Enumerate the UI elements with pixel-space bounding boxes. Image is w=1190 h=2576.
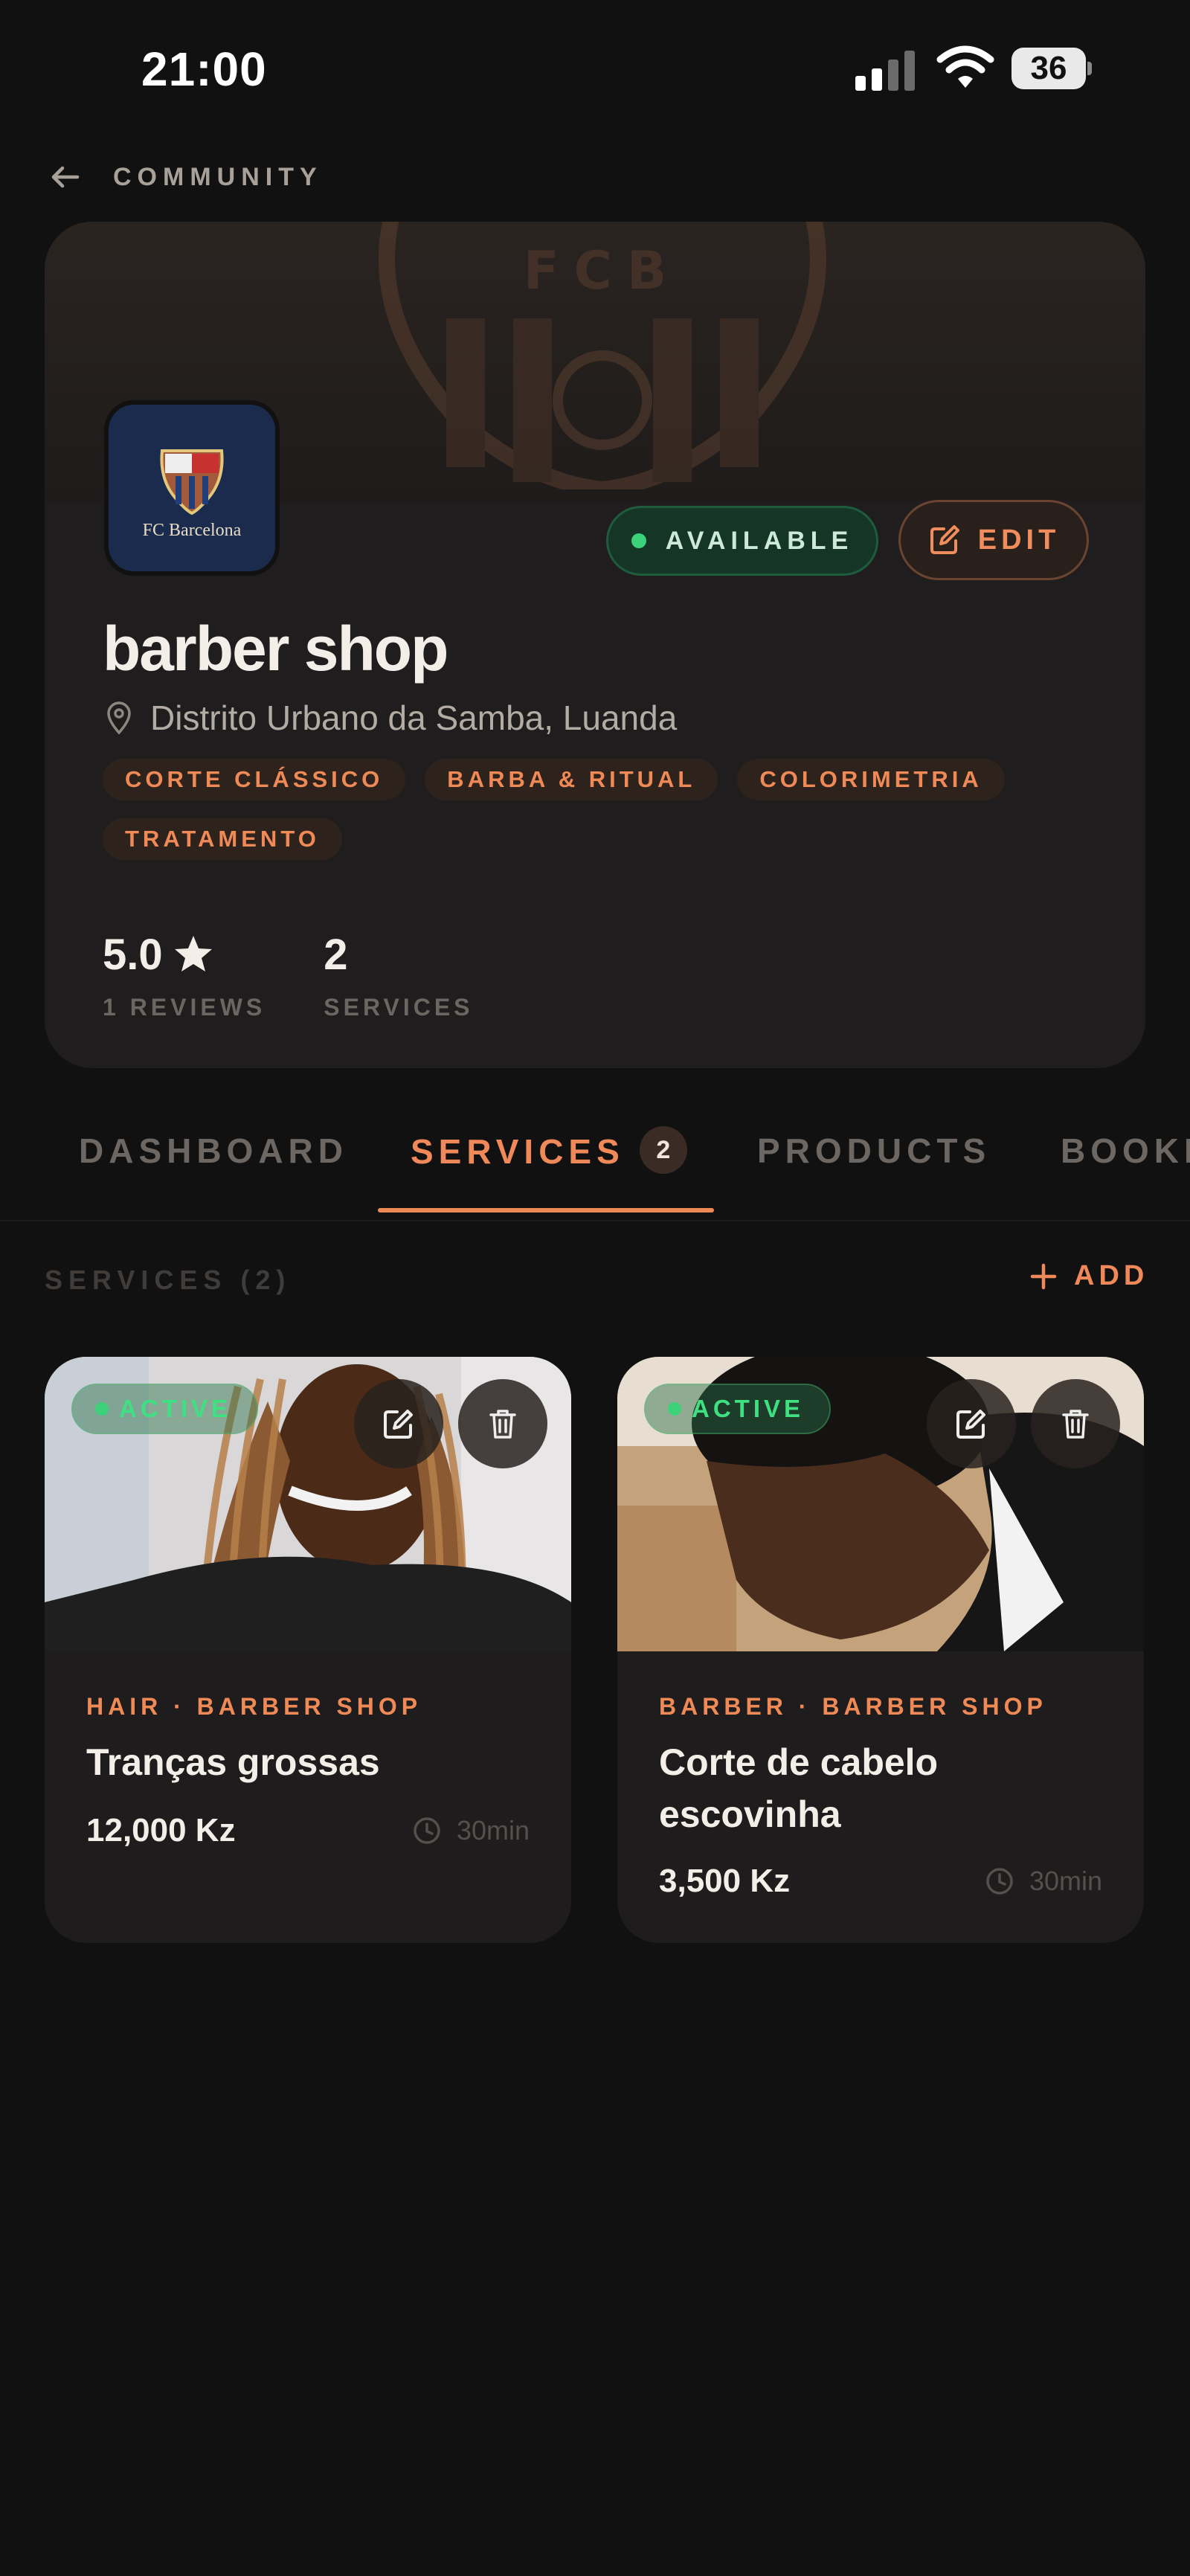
tabs-divider — [0, 1220, 1190, 1221]
tab-services[interactable]: SERVICES 2 — [411, 1126, 687, 1178]
service-duration-text: 30min — [1029, 1866, 1102, 1896]
shop-stats: 5.0 1 REVIEWS 2 SERVICES — [103, 928, 532, 1021]
service-card[interactable]: ACTIVE HAIR · BARBER SHOP Tranças grossa… — [45, 1357, 571, 1943]
battery-icon: 36 — [1012, 48, 1092, 89]
edit-icon — [930, 525, 959, 554]
specialty-tags: CORTE CLÁSSICO BARBA & RITUAL COLORIMETR… — [103, 759, 1092, 860]
services-stat-label: SERVICES — [324, 994, 474, 1021]
shop-location: Distrito Urbano da Samba, Luanda — [104, 698, 677, 738]
clock-icon — [986, 1868, 1013, 1895]
back-label: COMMUNITY — [113, 162, 323, 191]
svg-text:FCB: FCB — [524, 240, 682, 301]
tab-products[interactable]: PRODUCTS — [757, 1131, 991, 1171]
service-duration-text: 30min — [456, 1815, 530, 1846]
service-status-badge: ACTIVE — [644, 1384, 832, 1434]
tab-services-badge: 2 — [639, 1126, 687, 1174]
trash-icon — [489, 1410, 516, 1439]
service-duration: 30min — [412, 1815, 530, 1846]
tab-bar: DASHBOARD SERVICES 2 PRODUCTS BOOKI — [0, 1108, 1190, 1220]
service-status-badge: ACTIVE — [71, 1384, 259, 1434]
service-title: Corte de cabelo escovinha — [659, 1741, 939, 1835]
add-label: ADD — [1074, 1260, 1149, 1291]
trash-icon — [1062, 1410, 1089, 1439]
plus-icon — [1030, 1263, 1057, 1289]
rating-stat[interactable]: 5.0 1 REVIEWS — [103, 928, 266, 1021]
shop-name: barber shop — [103, 614, 448, 684]
services-stat: 2 SERVICES — [324, 928, 473, 1021]
service-status-label: ACTIVE — [119, 1395, 232, 1422]
active-tab-indicator — [378, 1208, 714, 1212]
battery-level: 36 — [1030, 50, 1067, 86]
edit-service-button[interactable] — [354, 1379, 443, 1468]
back-button[interactable]: COMMUNITY — [48, 156, 323, 198]
availability-badge[interactable]: AVAILABLE — [606, 506, 878, 576]
status-bar: 21:00 36 — [0, 0, 1190, 141]
service-price: 12,000 Kz — [86, 1812, 236, 1849]
status-dot — [631, 533, 646, 548]
tab-dashboard[interactable]: DASHBOARD — [79, 1131, 348, 1171]
wifi-icon — [936, 45, 994, 88]
availability-label: AVAILABLE — [665, 526, 854, 555]
edit-label: EDIT — [977, 524, 1061, 556]
status-time: 21:00 — [141, 42, 267, 96]
edit-service-button[interactable] — [927, 1379, 1016, 1468]
service-card[interactable]: ACTIVE BARBER · BARBER SHOP Corte de cab… — [617, 1357, 1144, 1943]
edit-icon — [384, 1410, 413, 1439]
avatar-text: FC Barcelona — [142, 521, 242, 540]
clock-icon — [414, 1817, 440, 1844]
tab-products-label: PRODUCTS — [757, 1131, 991, 1170]
add-service-button[interactable]: ADD — [1029, 1260, 1148, 1292]
service-status-label: ACTIVE — [692, 1395, 805, 1422]
signal-icon — [855, 51, 915, 91]
service-category: HAIR · BARBER SHOP — [86, 1693, 422, 1720]
edit-profile-button[interactable]: EDIT — [898, 500, 1089, 580]
shop-avatar[interactable]: FC Barcelona — [104, 400, 280, 576]
club-crest-logo — [160, 449, 224, 515]
services-count: 2 — [324, 930, 348, 979]
tab-bookings-label: BOOKI — [1061, 1131, 1190, 1170]
section-title: SERVICES (2) — [45, 1265, 292, 1295]
rating-value: 5.0 — [103, 930, 163, 979]
location-text: Distrito Urbano da Samba, Luanda — [150, 698, 678, 737]
tag-barba-ritual: BARBA & RITUAL — [425, 759, 718, 800]
club-crest-watermark: FCB — [379, 222, 826, 489]
delete-service-button[interactable] — [458, 1379, 547, 1468]
tag-corte-classico: CORTE CLÁSSICO — [103, 759, 406, 800]
location-pin-icon — [107, 701, 131, 735]
profile-card: FCB FC Barcelona AVAILABLE EDIT barber s… — [45, 222, 1145, 1068]
edit-icon — [956, 1410, 985, 1439]
delete-service-button[interactable] — [1031, 1379, 1120, 1468]
tab-bookings[interactable]: BOOKI — [1061, 1131, 1190, 1171]
star-icon — [174, 936, 212, 971]
tag-colorimetria: COLORIMETRIA — [737, 759, 1005, 800]
service-duration: 30min — [985, 1866, 1102, 1897]
back-arrow-icon — [51, 166, 80, 188]
tab-dashboard-label: DASHBOARD — [79, 1131, 348, 1170]
rating-label: 1 REVIEWS — [103, 994, 266, 1021]
service-price: 3,500 Kz — [659, 1863, 791, 1899]
service-category: BARBER · BARBER SHOP — [659, 1693, 1047, 1720]
service-title: Tranças grossas — [86, 1741, 380, 1783]
tag-tratamento: TRATAMENTO — [103, 818, 342, 860]
tab-services-label: SERVICES — [411, 1132, 625, 1172]
